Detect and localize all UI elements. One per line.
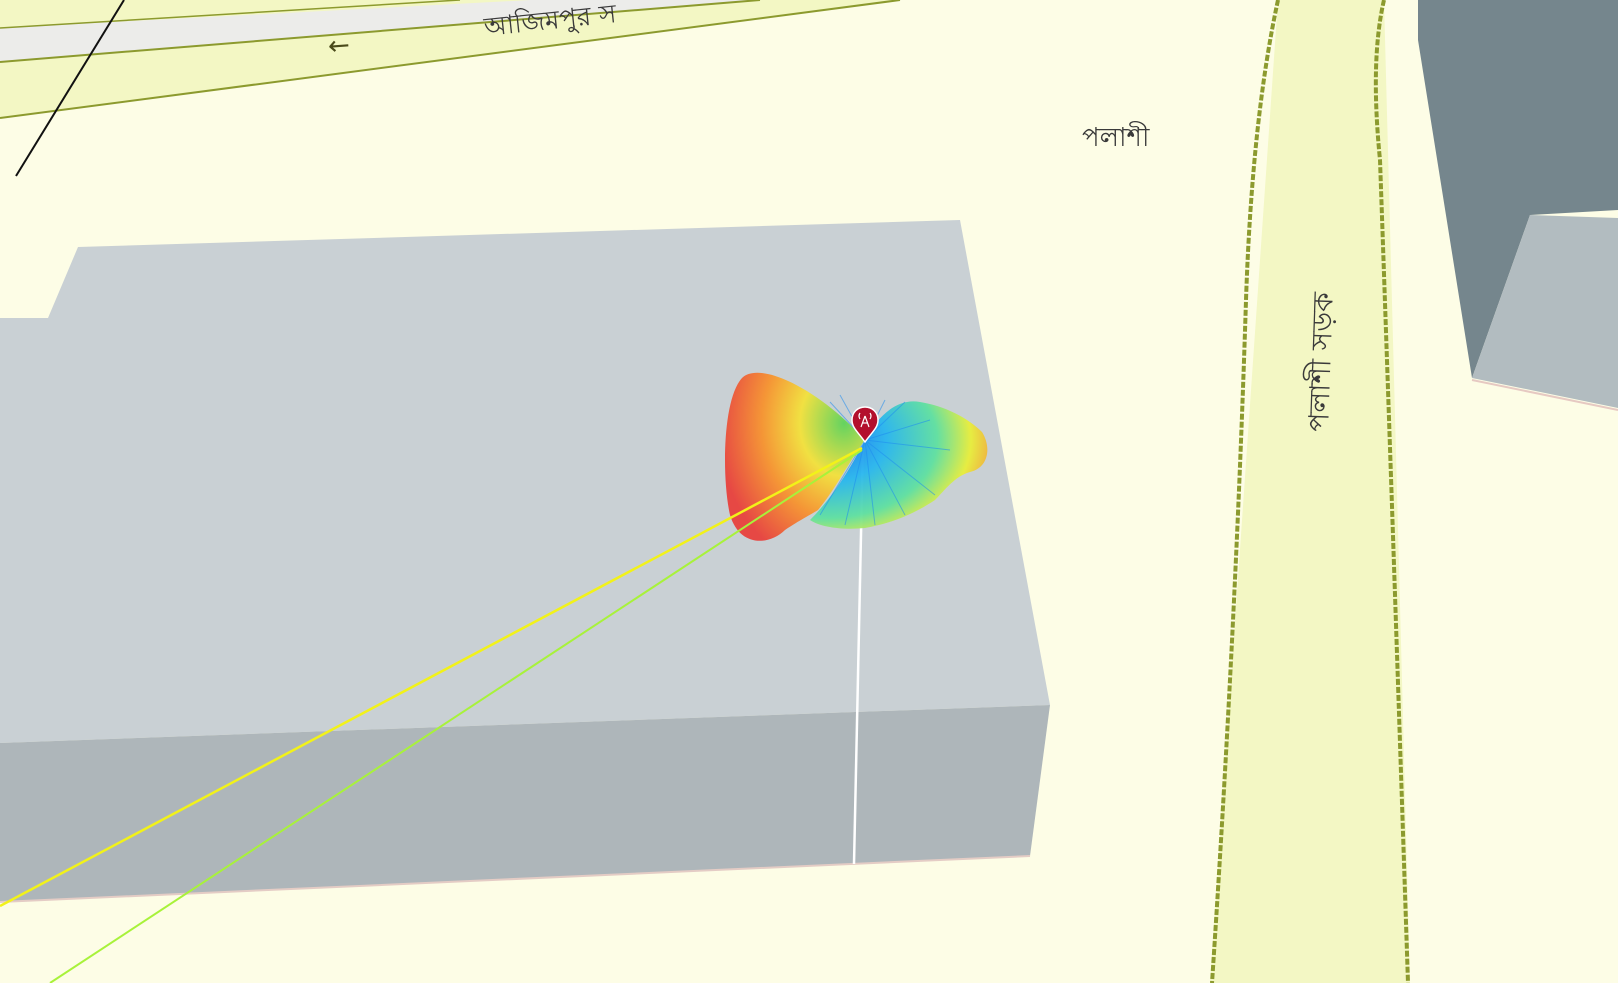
building-main[interactable] — [0, 220, 1050, 903]
locality-label: পলাশী — [1082, 121, 1150, 153]
map-viewport[interactable]: ← আজিমপুর স পলাশী সড়ক পলাশী — [0, 0, 1618, 983]
road-palashi-label: পলাশী সড়ক — [1301, 291, 1340, 432]
one-way-arrow-icon: ← — [327, 30, 351, 61]
